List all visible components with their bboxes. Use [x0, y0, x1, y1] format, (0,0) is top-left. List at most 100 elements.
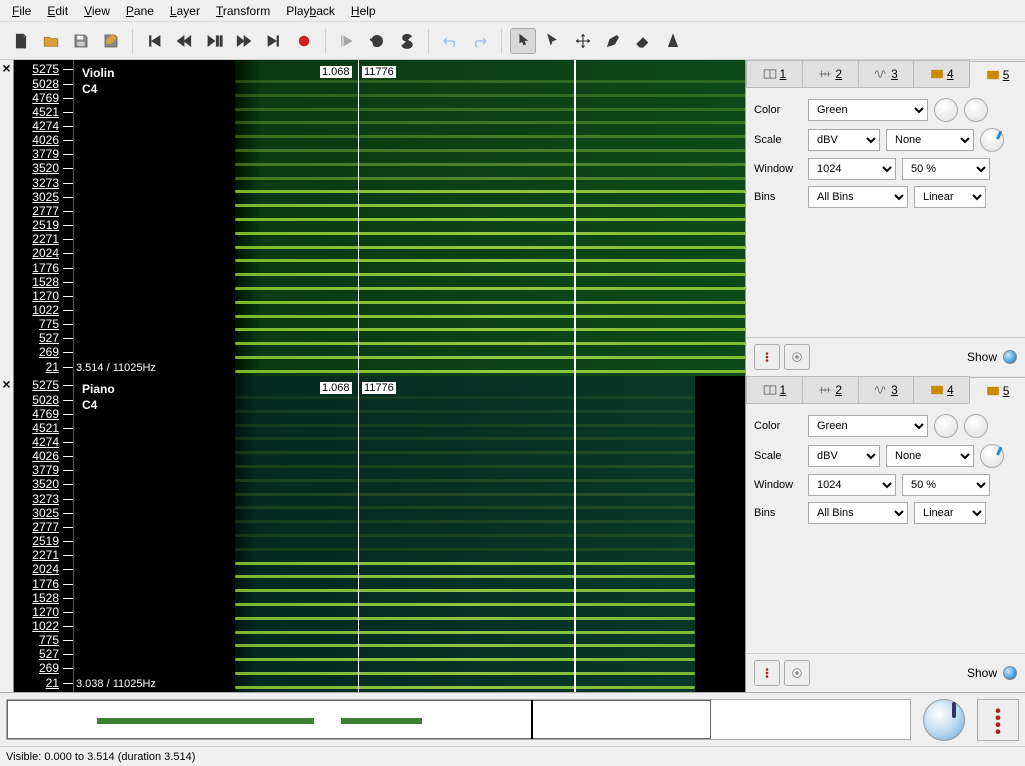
close-pane-button[interactable]: × [0, 60, 14, 376]
solo-icon[interactable] [394, 28, 420, 54]
pane-info: 3.038 / 11025Hz [76, 678, 156, 690]
cursor-time-label: 1.068 [320, 382, 352, 394]
menu-transform[interactable]: Transform [208, 2, 278, 20]
led-icon [1003, 350, 1017, 364]
window-select[interactable]: 1024 [808, 158, 896, 180]
menu-file[interactable]: File [4, 2, 39, 20]
close-pane-button[interactable]: × [0, 376, 14, 692]
play-pause-icon[interactable] [201, 28, 227, 54]
layer-tab-5[interactable]: 5 [969, 61, 1025, 88]
frequency-axis: 5275502847694521427440263779352032733025… [14, 376, 74, 692]
overview-strip [0, 692, 1025, 746]
layer-tab-4[interactable]: 4 [913, 376, 970, 403]
normalize-select[interactable]: None [886, 445, 974, 467]
led-icon [1003, 666, 1017, 680]
cursor-freq-label: 11776 [362, 382, 396, 394]
rotation-knob[interactable] [964, 414, 988, 438]
undo-icon[interactable] [437, 28, 463, 54]
bins-label: Bins [754, 191, 802, 203]
overlap-select[interactable]: 50 % [902, 474, 990, 496]
gain-knob[interactable] [980, 444, 1004, 468]
layer-tab-3[interactable]: 3 [858, 60, 915, 87]
menu-pane[interactable]: Pane [118, 2, 162, 20]
skip-start-icon[interactable] [141, 28, 167, 54]
measure-tool-icon[interactable] [660, 28, 686, 54]
new-file-icon[interactable] [8, 28, 34, 54]
gain-knob[interactable] [980, 128, 1004, 152]
draw-tool-icon[interactable] [600, 28, 626, 54]
menu-layer[interactable]: Layer [162, 2, 208, 20]
color-select[interactable]: Green [808, 99, 928, 121]
layer-properties: Color Green Scale dBV None Window 1024 5… [746, 88, 1025, 337]
show-toggle[interactable]: Show [967, 350, 1017, 364]
play-selection-icon[interactable] [334, 28, 360, 54]
layer-properties: Color Green Scale dBV None Window 1024 5… [746, 404, 1025, 653]
redo-icon[interactable] [467, 28, 493, 54]
layer-tab-1[interactable]: 1 [746, 60, 803, 87]
erase-tool-icon[interactable] [630, 28, 656, 54]
layer-panel-2: 1 2 3 4 5 Color Green Scale dBV None [745, 376, 1025, 692]
overlap-select[interactable]: 50 % [902, 158, 990, 180]
layer-settings-icon[interactable] [784, 660, 810, 686]
menubar: File Edit View Pane Layer Transform Play… [0, 0, 1025, 22]
rotation-knob[interactable] [964, 98, 988, 122]
move-tool-icon[interactable] [570, 28, 596, 54]
scale-select[interactable]: dBV [808, 445, 880, 467]
layer-tab-1[interactable]: 1 [746, 376, 803, 403]
toolbar [0, 22, 1025, 60]
layer-visibility-icon[interactable] [754, 344, 780, 370]
cursor-freq-label: 11776 [362, 66, 396, 78]
layer-tab-2[interactable]: 2 [802, 60, 859, 87]
layer-tabs: 1 2 3 4 5 [746, 376, 1025, 404]
color-select[interactable]: Green [808, 415, 928, 437]
forward-icon[interactable] [231, 28, 257, 54]
pane-title: Violin C4 [82, 66, 114, 97]
menu-view[interactable]: View [76, 2, 118, 20]
spectrogram-view-2[interactable]: Piano C4 3.038 / 11025Hz 1.068 11776 [74, 376, 745, 692]
layer-panel-1: 1 2 3 4 5 Color Green Scale dBV None [745, 60, 1025, 376]
playback-speed-knob[interactable] [923, 699, 965, 741]
layer-tab-2[interactable]: 2 [802, 376, 859, 403]
pane-info: 3.514 / 11025Hz [76, 362, 156, 374]
binscale-select[interactable]: Linear [914, 502, 986, 524]
pane-title: Piano C4 [82, 382, 115, 413]
bins-select[interactable]: All Bins [808, 502, 908, 524]
color-label: Color [754, 104, 802, 116]
menu-playback[interactable]: Playback [278, 2, 343, 20]
skip-end-icon[interactable] [261, 28, 287, 54]
loop-icon[interactable] [364, 28, 390, 54]
menu-edit[interactable]: Edit [39, 2, 76, 20]
pane-2: × 52755028476945214274402637793520327330… [0, 376, 1025, 692]
record-icon[interactable] [291, 28, 317, 54]
bins-select[interactable]: All Bins [808, 186, 908, 208]
frequency-axis: 5275502847694521427440263779352032733025… [14, 60, 74, 376]
menu-help[interactable]: Help [343, 2, 384, 20]
scale-select[interactable]: dBV [808, 129, 880, 151]
layer-visibility-icon[interactable] [754, 660, 780, 686]
status-bar: Visible: 0.000 to 3.514 (duration 3.514) [0, 746, 1025, 766]
window-label: Window [754, 163, 802, 175]
layer-tab-4[interactable]: 4 [913, 60, 970, 87]
panel-footer: Show [746, 653, 1025, 692]
save-as-icon[interactable] [98, 28, 124, 54]
key-reference-icon[interactable] [977, 699, 1019, 741]
navigate-tool-icon[interactable] [510, 28, 536, 54]
save-file-icon[interactable] [68, 28, 94, 54]
show-toggle[interactable]: Show [967, 666, 1017, 680]
threshold-knob[interactable] [934, 414, 958, 438]
window-select[interactable]: 1024 [808, 474, 896, 496]
spectrogram-view-1[interactable]: Violin C4 3.514 / 11025Hz 1.068 11776 [74, 60, 745, 376]
threshold-knob[interactable] [934, 98, 958, 122]
select-tool-icon[interactable] [540, 28, 566, 54]
open-file-icon[interactable] [38, 28, 64, 54]
layer-settings-icon[interactable] [784, 344, 810, 370]
cursor-time-label: 1.068 [320, 66, 352, 78]
overview-timeline[interactable] [6, 699, 911, 740]
layer-tab-3[interactable]: 3 [858, 376, 915, 403]
rewind-icon[interactable] [171, 28, 197, 54]
layer-tabs: 1 2 3 4 5 [746, 60, 1025, 88]
scale-label: Scale [754, 134, 802, 146]
binscale-select[interactable]: Linear [914, 186, 986, 208]
normalize-select[interactable]: None [886, 129, 974, 151]
layer-tab-5[interactable]: 5 [969, 377, 1025, 404]
